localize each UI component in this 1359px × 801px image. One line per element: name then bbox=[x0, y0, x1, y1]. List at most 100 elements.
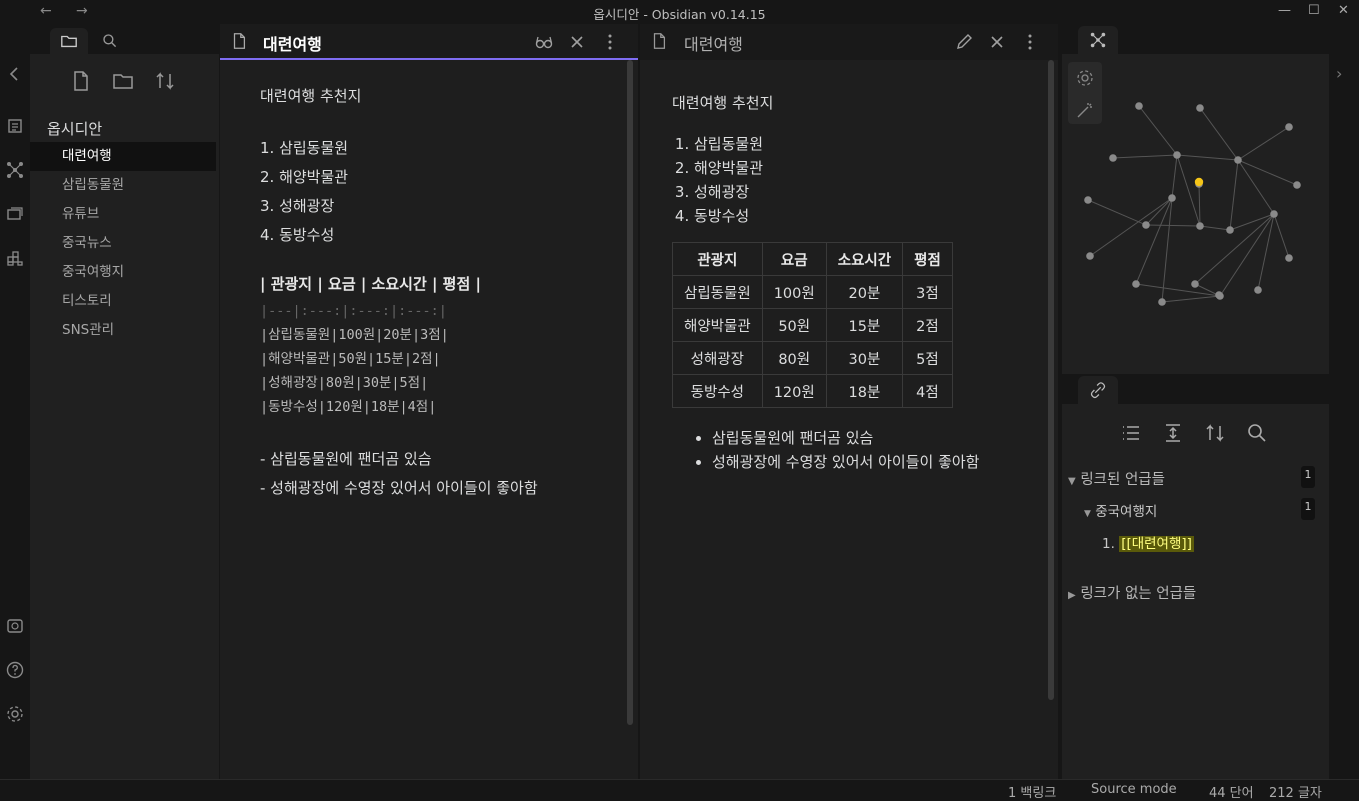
graph-node[interactable] bbox=[1109, 154, 1117, 162]
file-item[interactable]: 대련여행 bbox=[30, 142, 216, 171]
graph-node[interactable] bbox=[1293, 181, 1301, 189]
graph-edge bbox=[1273, 213, 1290, 259]
file-item[interactable]: SNS관리 bbox=[30, 316, 219, 345]
word-count: 44 단어 bbox=[1209, 786, 1254, 801]
vault-icon[interactable] bbox=[5, 616, 25, 636]
table-cell: 80원 bbox=[761, 341, 827, 375]
graph-view-icon[interactable] bbox=[5, 160, 25, 180]
graph-edge bbox=[1145, 197, 1173, 226]
graph-node[interactable] bbox=[1285, 254, 1293, 262]
chevron-down-icon: ▼ bbox=[1084, 509, 1091, 519]
graph-edge bbox=[1199, 107, 1239, 161]
editor-header: 대련여행 bbox=[220, 24, 638, 60]
table-row-line: |성해광장|80원|30분|5점| bbox=[260, 375, 429, 391]
table-cell: 2점 bbox=[902, 308, 953, 342]
list-line: 1. 삼립동물원 bbox=[260, 139, 349, 157]
editor-mode[interactable]: Source mode bbox=[1091, 782, 1177, 797]
collapse-results-icon[interactable] bbox=[1120, 422, 1142, 444]
bullet-line: - 성해광장에 수영장 있어서 아이들이 좋아함 bbox=[260, 479, 538, 497]
table-cell: 3점 bbox=[902, 275, 953, 309]
graph-node[interactable] bbox=[1142, 221, 1150, 229]
file-item[interactable]: 티스토리 bbox=[30, 287, 219, 316]
close-window-icon[interactable]: ✕ bbox=[1338, 3, 1349, 18]
folder-icon bbox=[61, 35, 77, 48]
search-icon[interactable] bbox=[1246, 422, 1268, 444]
maximize-icon[interactable]: ☐ bbox=[1308, 3, 1320, 18]
unlinked-mentions-toggle[interactable]: ▶ 링크가 없는 언급들 bbox=[1068, 582, 1196, 603]
new-folder-icon[interactable] bbox=[112, 70, 134, 92]
graph-edge bbox=[1161, 197, 1173, 303]
close-icon[interactable] bbox=[987, 32, 1007, 52]
window-title: 옵시디안 - Obsidian v0.14.15 bbox=[593, 7, 766, 22]
table-cell: 5점 bbox=[902, 341, 953, 375]
scrollbar[interactable] bbox=[1048, 60, 1054, 700]
table-row-line: |삼립동물원|100원|20분|3점| bbox=[260, 327, 449, 343]
highlighted-link[interactable]: [[대련여행]] bbox=[1119, 536, 1194, 552]
graph-node[interactable] bbox=[1270, 210, 1278, 218]
more-options-icon[interactable] bbox=[600, 32, 620, 52]
table-cell: 18분 bbox=[825, 374, 904, 408]
graph-node[interactable] bbox=[1285, 123, 1293, 131]
settings-gear-icon[interactable] bbox=[5, 704, 25, 724]
tab-backlinks[interactable] bbox=[1078, 376, 1118, 404]
tab-graph[interactable] bbox=[1078, 26, 1118, 54]
table-header-cell: 관광지 bbox=[672, 242, 763, 276]
edit-pencil-icon[interactable] bbox=[954, 32, 974, 52]
local-graph[interactable] bbox=[1062, 54, 1329, 374]
linked-mentions-toggle[interactable]: ▼ 링크된 언급들 bbox=[1068, 468, 1165, 489]
table-cell: 20분 bbox=[825, 275, 904, 309]
table-cell: 120원 bbox=[761, 374, 827, 408]
graph-edge bbox=[1112, 154, 1178, 159]
graph-node[interactable] bbox=[1234, 156, 1242, 164]
note-title[interactable]: 대련여행 bbox=[263, 31, 322, 55]
graph-edge bbox=[1161, 295, 1221, 303]
source-content[interactable]: 대련여행 추천지 1. 삼립동물원 2. 해양박물관 3. 성해광장 4. 동방수성 … bbox=[260, 82, 538, 503]
graph-node[interactable] bbox=[1196, 222, 1204, 230]
vault-name[interactable]: 옵시디안 bbox=[47, 118, 102, 139]
collapse-right-icon[interactable]: › bbox=[1336, 64, 1342, 83]
help-icon[interactable] bbox=[5, 660, 25, 680]
graph-node[interactable] bbox=[1086, 252, 1094, 260]
sort-icon[interactable] bbox=[1204, 422, 1226, 444]
table-row: 해양박물관 50원 15분 2점 bbox=[672, 308, 953, 342]
graph-node[interactable] bbox=[1254, 286, 1262, 294]
backlink-count[interactable]: 1 백링크 bbox=[1008, 782, 1056, 801]
graph-node[interactable] bbox=[1196, 104, 1204, 112]
collapse-left-icon[interactable] bbox=[5, 64, 25, 84]
reading-view-icon[interactable] bbox=[534, 32, 554, 52]
show-more-context-icon[interactable] bbox=[1162, 422, 1184, 444]
graph-node[interactable] bbox=[1135, 102, 1143, 110]
more-options-icon[interactable] bbox=[1020, 32, 1040, 52]
backlink-match[interactable]: 1. [[대련여행]] bbox=[1102, 532, 1194, 552]
table-header-line: | 관광지 | 요금 | 소요시간 | 평점 | bbox=[260, 275, 481, 293]
note-title[interactable]: 대련여행 bbox=[684, 31, 743, 55]
plugins-icon[interactable] bbox=[5, 248, 25, 268]
file-item[interactable]: 유튜브 bbox=[30, 200, 219, 229]
file-item[interactable]: 중국여행지 bbox=[30, 258, 219, 287]
graph-node[interactable] bbox=[1226, 226, 1234, 234]
list-line: 2. 해양박물관 bbox=[260, 168, 349, 186]
table-cell: 100원 bbox=[761, 275, 827, 309]
scrollbar[interactable] bbox=[627, 60, 633, 725]
tab-search[interactable] bbox=[90, 28, 128, 54]
graph-node[interactable] bbox=[1191, 280, 1199, 288]
minimize-icon[interactable]: — bbox=[1278, 3, 1291, 18]
graph-current-node[interactable] bbox=[1194, 177, 1204, 187]
file-item[interactable]: 삼립동물원 bbox=[30, 171, 219, 200]
graph-node[interactable] bbox=[1158, 298, 1166, 306]
graph-node[interactable] bbox=[1173, 151, 1181, 159]
graph-node[interactable] bbox=[1215, 291, 1223, 299]
file-item[interactable]: 중국뉴스 bbox=[30, 229, 219, 258]
close-icon[interactable] bbox=[567, 32, 587, 52]
sort-icon[interactable] bbox=[154, 70, 176, 92]
tab-file-explorer[interactable] bbox=[50, 28, 88, 54]
new-note-icon[interactable] bbox=[70, 70, 92, 92]
switcher-icon[interactable] bbox=[5, 116, 25, 136]
backlink-group-toggle[interactable]: ▼ 중국여행지 bbox=[1084, 500, 1157, 520]
graph-node[interactable] bbox=[1168, 194, 1176, 202]
graph-node[interactable] bbox=[1084, 196, 1092, 204]
slides-icon[interactable] bbox=[5, 204, 25, 224]
graph-node[interactable] bbox=[1132, 280, 1140, 288]
preview-table: 관광지 요금 소요시간 평점 삼립동물원 100원 20분 3점 해양박물관 50원 15분 2점 성… bbox=[672, 242, 953, 408]
title-bar: ← → 옵시디안 - Obsidian v0.14.15 — ☐ ✕ bbox=[0, 0, 1359, 24]
